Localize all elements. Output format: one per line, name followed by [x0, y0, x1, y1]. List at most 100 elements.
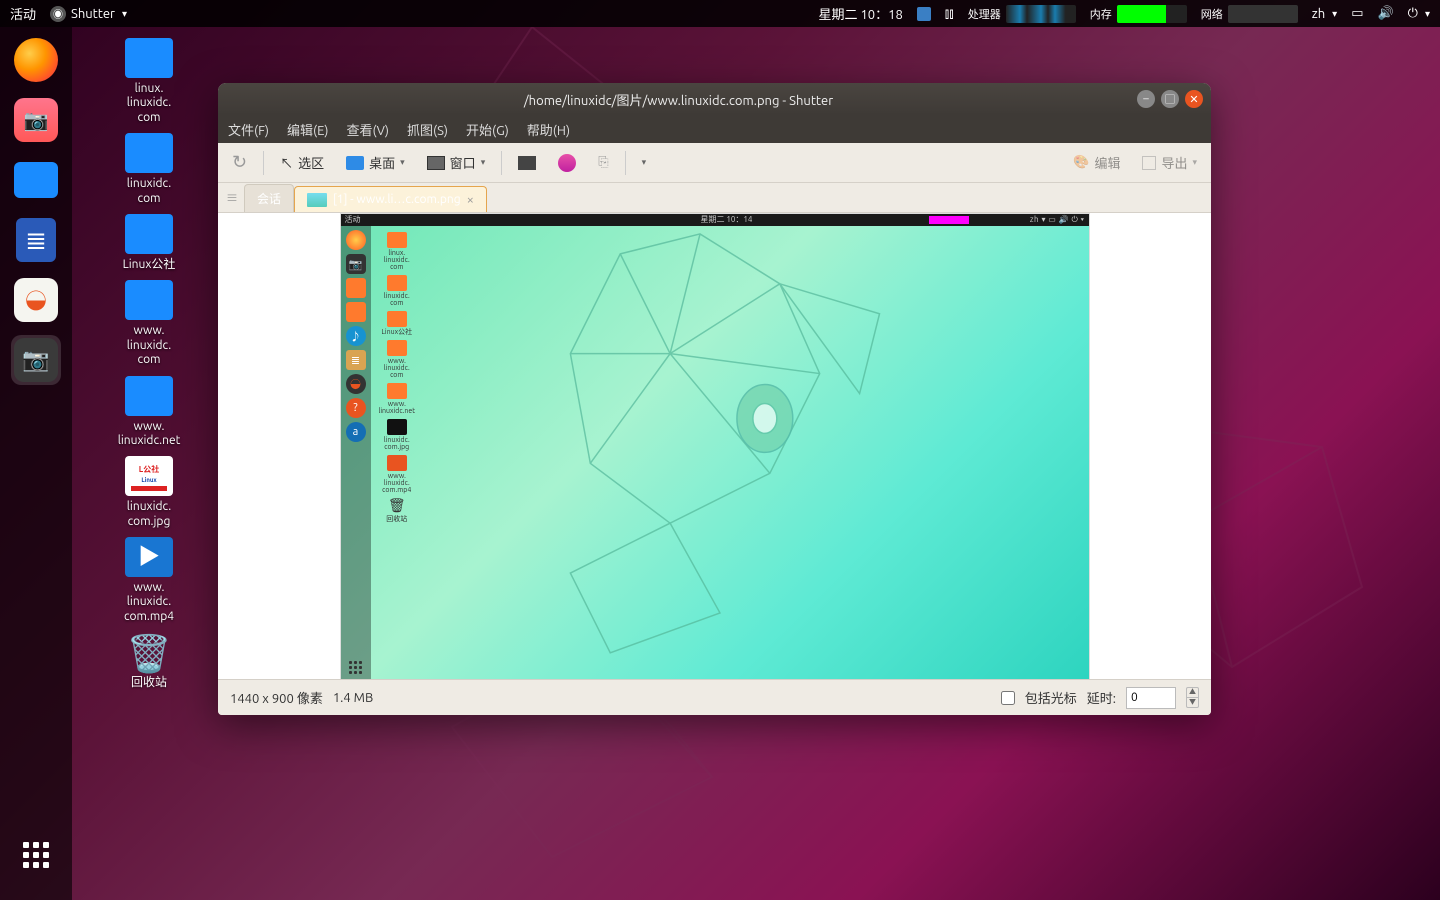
status-filesize: 1.4 MB — [333, 691, 373, 705]
folder-icon — [125, 38, 173, 78]
dock-software[interactable]: ◒ — [11, 275, 61, 325]
separator — [501, 151, 502, 175]
system-menu[interactable]: ⏻ ▾ — [1408, 6, 1430, 21]
ime-indicator[interactable]: zh ▾ — [1312, 7, 1337, 21]
app-menu[interactable]: ◉ Shutter ▾ — [50, 6, 127, 22]
maximize-button[interactable]: □ — [1161, 90, 1179, 108]
statusbar: 1440 x 900 像素 1.4 MB 包括光标 延时: ▲▼ — [218, 679, 1211, 715]
desktop-folder[interactable]: www. linuxidc.net — [84, 376, 214, 449]
export-button[interactable]: 导出▾ — [1136, 149, 1203, 176]
thumbnail-icon — [307, 193, 327, 207]
gnome-topbar: 活动 ◉ Shutter ▾ 星期二 10：18 ⫾⫾ 处理器 内存 网络 zh… — [0, 0, 1440, 27]
window-capture-button[interactable]: 窗口 ▾ — [421, 149, 492, 176]
preview-desktop-icons: linux. linuxidc. com linuxidc. com Linux… — [379, 232, 416, 523]
menu-icon — [518, 156, 536, 170]
activities-button[interactable]: 活动 — [10, 4, 36, 23]
screen-icon[interactable]: ▭ — [1351, 6, 1363, 21]
icon-label: linuxidc. com — [84, 177, 214, 206]
edit-button[interactable]: 🎨 编辑 — [1067, 149, 1126, 176]
chevron-down-icon: ▾ — [400, 157, 405, 168]
power-icon: ⏻ — [1408, 6, 1418, 21]
mem-indicator[interactable]: 内存 — [1090, 5, 1187, 23]
desktop-folder[interactable]: Linux公社 — [84, 214, 214, 272]
chevron-down-icon: ▾ — [122, 8, 127, 20]
document-icon: ≣ — [16, 218, 56, 262]
icon-label: linux. linuxidc. com — [84, 82, 214, 125]
close-button[interactable]: ✕ — [1185, 90, 1203, 108]
export-icon — [1142, 156, 1156, 170]
menu-file[interactable]: 文件(F) — [228, 120, 269, 139]
video-icon: ▶ — [125, 537, 173, 577]
select-area-button[interactable]: ↖选区 — [274, 149, 330, 176]
menu-edit[interactable]: 编辑(E) — [287, 120, 328, 139]
net-indicator[interactable]: 网络 — [1201, 5, 1298, 23]
folder-icon — [125, 280, 173, 320]
tab-session[interactable]: 会话 — [244, 184, 294, 212]
palette-icon: 🎨 — [1073, 155, 1089, 170]
desktop-folder[interactable]: linuxidc. com — [84, 133, 214, 206]
chevron-down-icon: ▾ — [481, 157, 486, 168]
dock-writer[interactable]: ≣ — [11, 215, 61, 265]
menu-capture-button[interactable] — [512, 152, 542, 174]
dock-screenshot[interactable]: 📷 — [11, 95, 61, 145]
desktop-trash[interactable]: 🗑️回收站 — [84, 632, 214, 690]
chevron-down-icon: ▾ — [1192, 157, 1197, 168]
app-menu-label: Shutter — [71, 7, 115, 21]
icon-label: Linux公社 — [84, 258, 214, 272]
include-cursor-checkbox[interactable] — [1001, 691, 1015, 705]
window-label: 窗口 — [450, 153, 476, 172]
chart-indicator-icon[interactable]: ⫾⫾ — [945, 5, 954, 22]
mem-label: 内存 — [1090, 6, 1112, 22]
desktop-image-file[interactable]: L公社Linuxlinuxidc. com.jpg — [84, 456, 214, 529]
web-capture-button[interactable]: ⎘ — [592, 151, 614, 174]
image-thumbnail-icon: L公社Linux — [125, 456, 173, 496]
dock-files[interactable] — [11, 155, 61, 205]
dock-shutter[interactable]: 📷 — [11, 335, 61, 385]
desktop-video-file[interactable]: ▶www. linuxidc. com.mp4 — [84, 537, 214, 624]
screenshot-preview[interactable]: 活动 星期二 10：14 zh ▾ ▭ 🔊 ⏻ ▾ ​ 📷 ​ ​ ♪ ≣ ◒ … — [340, 213, 1090, 679]
menu-capture[interactable]: 抓图(S) — [407, 120, 448, 139]
cpu-indicator[interactable]: 处理器 — [968, 5, 1076, 23]
folder-icon — [125, 133, 173, 173]
preview-topbar: 活动 星期二 10：14 zh ▾ ▭ 🔊 ⏻ ▾ — [341, 214, 1089, 226]
svg-text:L公社: L公社 — [139, 464, 159, 474]
window-titlebar[interactable]: /home/linuxidc/图片/www.linuxidc.com.png -… — [218, 83, 1211, 115]
tab-close-icon[interactable]: × — [467, 193, 474, 207]
desktop-capture-button[interactable]: 桌面▾ — [340, 149, 411, 176]
tab-screenshot[interactable]: [1] - www.li…c.com.png × — [294, 186, 487, 212]
delay-input[interactable] — [1126, 687, 1176, 709]
icon-label: 回收站 — [84, 676, 214, 690]
tooltip-capture-button[interactable] — [552, 150, 582, 176]
tab-list-icon[interactable]: ≡ — [226, 189, 238, 206]
volume-icon[interactable]: 🔊 — [1377, 6, 1393, 21]
chevron-down-icon: ▾ — [642, 157, 647, 168]
preview-wallpaper-art — [341, 214, 1089, 679]
separator — [625, 151, 626, 175]
clock[interactable]: 星期二 10：18 — [818, 4, 902, 23]
separator — [263, 151, 264, 175]
redo-button[interactable]: ↻ — [226, 148, 253, 177]
menu-help[interactable]: 帮助(H) — [527, 120, 570, 139]
camera-icon: 📷 — [14, 98, 58, 142]
show-applications[interactable] — [11, 830, 61, 880]
dock-firefox[interactable] — [11, 35, 61, 85]
cursor-icon: ↖ — [280, 153, 293, 172]
shutter-icon: ◉ — [50, 6, 66, 22]
spin-buttons[interactable]: ▲▼ — [1186, 687, 1199, 708]
delay-label: 延时: — [1087, 688, 1116, 707]
desktop-folder[interactable]: www. linuxidc. com — [84, 280, 214, 367]
minimize-button[interactable]: – — [1137, 90, 1155, 108]
bag-icon: ◒ — [14, 278, 58, 322]
edit-label: 编辑 — [1094, 153, 1120, 172]
folder-icon — [125, 214, 173, 254]
status-dimensions: 1440 x 900 像素 — [230, 688, 323, 707]
menu-view[interactable]: 查看(V) — [347, 120, 389, 139]
desktop-folder[interactable]: linux. linuxidc. com — [84, 38, 214, 125]
folder-icon — [14, 162, 58, 198]
spin-up-icon[interactable]: ▲ — [1187, 688, 1198, 698]
spin-down-icon[interactable]: ▼ — [1187, 698, 1198, 707]
mem-graph — [1117, 5, 1187, 23]
menu-go[interactable]: 开始(G) — [466, 120, 509, 139]
more-button[interactable]: ▾ — [636, 153, 653, 172]
net-graph — [1228, 5, 1298, 23]
